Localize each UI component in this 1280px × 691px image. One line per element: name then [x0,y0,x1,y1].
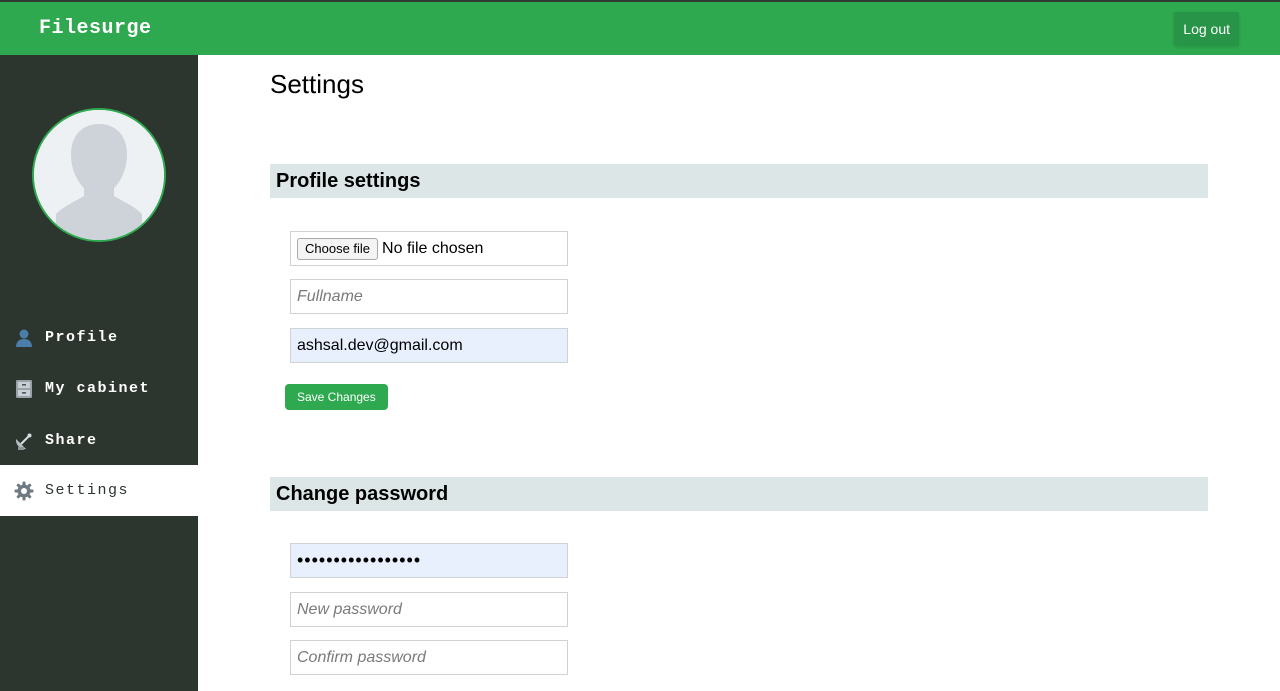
avatar-file-input[interactable]: Choose file No file chosen [290,231,568,266]
gear-icon [13,480,35,502]
page-title: Settings [270,69,364,99]
sidebar-item-label: Settings [45,482,130,499]
main-content: Settings Profile settings Choose file No… [198,55,1280,691]
sidebar-item-label: Share [45,432,98,449]
sidebar-item-share[interactable]: Share [0,415,198,466]
logout-button[interactable]: Log out [1174,12,1239,46]
profile-icon [13,327,35,349]
sidebar-item-settings[interactable]: Settings [0,465,198,516]
sidebar-item-label: Profile [45,329,119,346]
avatar [32,108,166,242]
sidebar: Profile My cabinet Share Settings [0,55,198,691]
file-cabinet-icon [13,378,35,400]
fullname-input[interactable] [290,279,568,314]
profile-settings-heading: Profile settings [270,164,1208,198]
current-password-input[interactable] [290,543,568,578]
brand-logo[interactable]: Filesurge [39,17,152,40]
email-input[interactable] [290,328,568,363]
new-password-input[interactable] [290,592,568,627]
top-bar: Filesurge Log out [0,0,1280,55]
choose-file-button[interactable]: Choose file [297,237,379,260]
confirm-password-input[interactable] [290,640,568,675]
satellite-antenna-icon [13,430,35,452]
sidebar-item-label: My cabinet [45,380,151,397]
save-changes-button[interactable]: Save Changes [285,384,388,410]
file-status-text: No file chosen [382,239,484,257]
sidebar-item-profile[interactable]: Profile [0,312,198,363]
change-password-heading: Change password [270,477,1208,511]
user-silhouette-icon [34,110,164,240]
sidebar-item-my-cabinet[interactable]: My cabinet [0,363,198,414]
